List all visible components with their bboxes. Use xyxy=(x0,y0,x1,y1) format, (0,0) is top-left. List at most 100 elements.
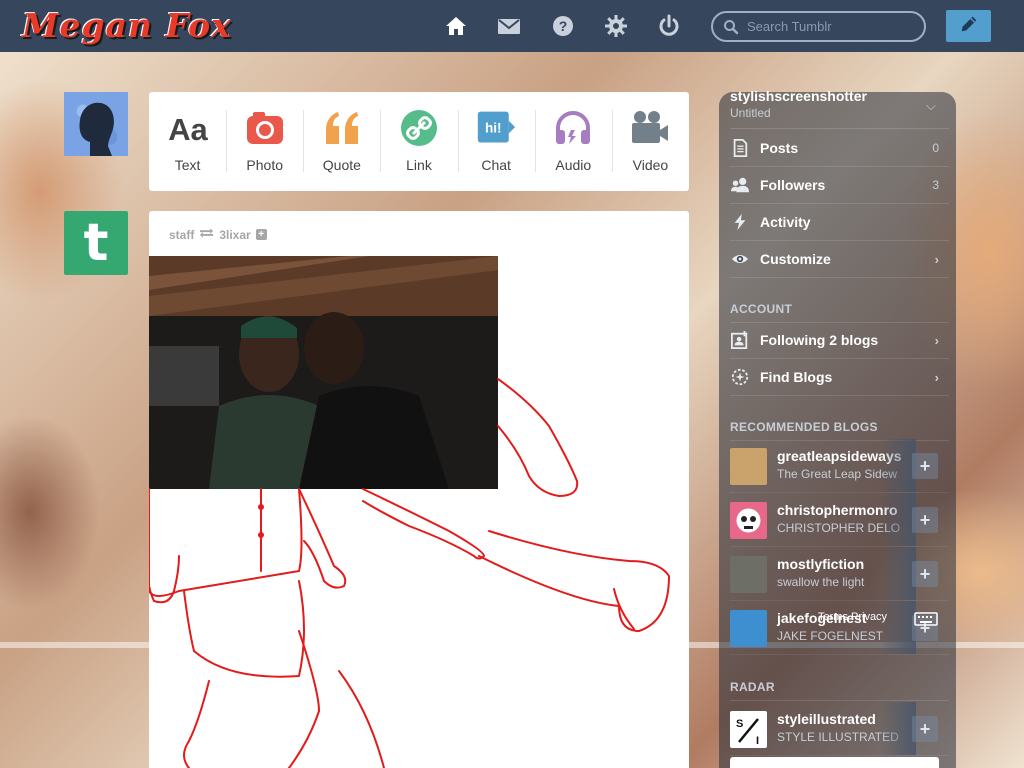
mail-icon[interactable] xyxy=(497,14,521,38)
post-type-link[interactable]: Link xyxy=(380,92,457,191)
chevron-right-icon: › xyxy=(934,369,939,385)
user-avatar[interactable] xyxy=(64,92,128,156)
post-type-label: Chat xyxy=(481,157,511,173)
blog-thumbnail xyxy=(730,610,767,647)
compose-button[interactable] xyxy=(946,10,991,42)
fade-overlay xyxy=(880,702,916,755)
camera-icon xyxy=(245,108,285,148)
follow-plus-button[interactable]: + xyxy=(912,716,938,742)
chevron-right-icon: › xyxy=(934,251,939,267)
power-icon[interactable] xyxy=(657,14,681,38)
sidebar-item-customize[interactable]: Customize › xyxy=(730,241,949,278)
blog-name: styleillustrated xyxy=(777,711,876,727)
post-type-quote[interactable]: Quote xyxy=(303,92,380,191)
post-type-video[interactable]: Video xyxy=(611,92,689,191)
gear-icon[interactable] xyxy=(604,14,628,38)
radar-post-card[interactable] xyxy=(730,757,939,768)
text-icon: Aa xyxy=(168,108,208,148)
red-sketch-drawing xyxy=(149,378,670,768)
sidebar-item-label: Activity xyxy=(760,214,811,230)
radar-header: RADAR xyxy=(730,680,949,701)
recommended-blog-item[interactable]: christophermonro CHRISTOPHER DELO + xyxy=(730,493,949,547)
blog-name[interactable]: stylishscreenshotter xyxy=(730,88,867,104)
blog-logo[interactable]: Megan Fox xyxy=(22,6,232,45)
following-icon xyxy=(730,330,750,350)
post-type-audio[interactable]: Audio xyxy=(534,92,612,191)
followers-icon xyxy=(730,175,750,195)
tumblr-staff-avatar[interactable]: t xyxy=(64,211,128,275)
headphones-icon xyxy=(553,108,593,148)
post-type-chat[interactable]: hi! Chat xyxy=(457,92,535,191)
recommended-blog-item[interactable]: greatleapsideways The Great Leap Sidew + xyxy=(730,439,949,493)
home-icon[interactable] xyxy=(444,14,468,38)
chat-icon: hi! xyxy=(476,108,516,148)
sidebar-item-label: Posts xyxy=(760,140,799,156)
posts-count: 0 xyxy=(932,141,939,155)
post-type-label: Link xyxy=(406,157,432,173)
recommended-blog-item[interactable]: mostlyfiction swallow the light + xyxy=(730,547,949,601)
search-input[interactable] xyxy=(747,19,917,34)
radar-blog-item[interactable]: SI styleillustrated STYLE ILLUSTRATED + xyxy=(730,702,949,756)
video-camera-icon xyxy=(630,108,670,148)
sidebar-item-activity[interactable]: Activity xyxy=(730,204,949,241)
sidebar-item-posts[interactable]: Posts 0 xyxy=(730,130,949,167)
keyboard-icon[interactable] xyxy=(914,612,938,626)
fade-overlay xyxy=(880,601,916,654)
blog-name: mostlyfiction xyxy=(777,556,865,572)
eye-icon xyxy=(730,249,750,269)
sidebar-item-label: Find Blogs xyxy=(760,369,833,385)
follow-plus-button[interactable]: + xyxy=(912,507,938,533)
divider xyxy=(730,128,949,129)
chevron-right-icon: › xyxy=(934,332,939,348)
lightning-icon xyxy=(730,212,750,232)
sidebar-item-label: Followers xyxy=(760,177,826,193)
post-type-label: Text xyxy=(174,157,201,173)
dashboard-post: staff 3lixar + xyxy=(149,211,689,768)
post-type-label: Audio xyxy=(555,157,592,173)
search-box[interactable] xyxy=(711,11,926,42)
compass-icon xyxy=(730,367,750,387)
post-type-label: Quote xyxy=(322,157,361,173)
post-type-photo[interactable]: Photo xyxy=(226,92,303,191)
fade-overlay xyxy=(880,439,916,492)
skull-icon xyxy=(736,508,761,533)
blog-thumbnail xyxy=(730,448,767,485)
post-type-label: Photo xyxy=(246,157,283,173)
follow-plus-button[interactable]: + xyxy=(912,561,938,587)
svg-text:hi!: hi! xyxy=(485,121,502,136)
post-type-bar: Aa Text Photo Quote Link hi! Chat Audio xyxy=(149,92,689,191)
blog-subtitle: Untitled xyxy=(730,106,771,120)
svg-text:Aa: Aa xyxy=(168,112,208,147)
posts-icon xyxy=(730,138,750,158)
search-icon xyxy=(723,19,739,35)
pencil-logo-icon: SI xyxy=(736,718,759,747)
chevron-down-icon[interactable]: ⌵ xyxy=(926,98,936,114)
svg-text:?: ? xyxy=(559,18,568,34)
blog-thumbnail xyxy=(730,556,767,593)
sidebar-item-following[interactable]: Following 2 blogs › xyxy=(730,322,949,359)
footer-links-overlay[interactable]: Terms Privacy xyxy=(818,611,887,623)
top-header: Megan Fox ? xyxy=(0,0,1024,52)
quote-icon xyxy=(322,108,362,148)
fade-overlay xyxy=(880,547,916,600)
post-type-text[interactable]: Aa Text xyxy=(149,92,226,191)
fade-overlay xyxy=(880,493,916,546)
blog-thumbnail: SI xyxy=(730,711,767,748)
sidebar-item-label: Customize xyxy=(760,251,831,267)
follow-plus-button[interactable]: + xyxy=(912,453,938,479)
svg-text:I: I xyxy=(756,735,759,747)
account-section-header: ACCOUNT xyxy=(730,302,949,323)
pencil-icon xyxy=(958,13,980,40)
sidebar-item-find-blogs[interactable]: Find Blogs › xyxy=(730,359,949,396)
recommended-blog-item[interactable]: jakefogelnest JAKE FOGELNEST + Terms Pri… xyxy=(730,601,949,655)
post-type-label: Video xyxy=(632,157,669,173)
sidebar-item-label: Following 2 blogs xyxy=(760,332,879,348)
help-icon[interactable]: ? xyxy=(551,14,575,38)
link-icon xyxy=(399,108,439,148)
recommended-blogs-header: RECOMMENDED BLOGS xyxy=(730,420,949,441)
svg-text:S: S xyxy=(736,718,743,730)
avatar-silhouette-icon xyxy=(79,102,114,156)
followers-count: 3 xyxy=(932,178,939,192)
sidebar-item-followers[interactable]: Followers 3 xyxy=(730,167,949,204)
blog-thumbnail xyxy=(730,502,767,539)
